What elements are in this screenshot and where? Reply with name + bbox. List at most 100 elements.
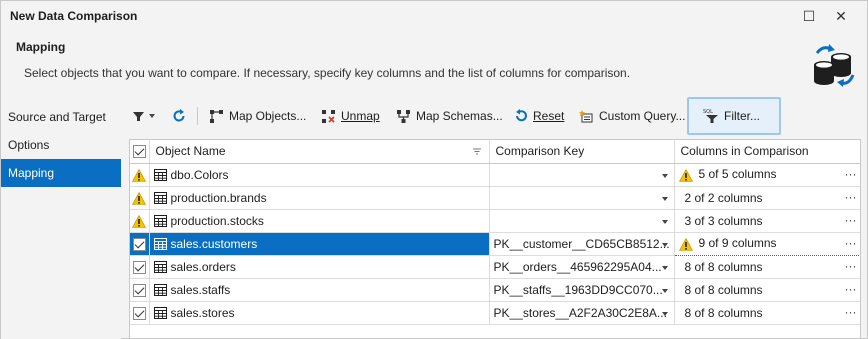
table-row[interactable]: sales.orders PK__orders__465962295A04...… [130,255,860,279]
columns-in-comparison-header-label: Columns in Comparison [680,144,809,159]
object-name-text: production.stocks [170,213,264,228]
object-name-cell[interactable]: production.brands [149,186,490,210]
nav-options[interactable]: Options [1,131,121,159]
table-row[interactable]: sales.staffs PK__staffs__1963DD9CC070...… [130,278,860,302]
maximize-button[interactable]: ☐ [795,5,823,27]
toolbar-separator [197,107,198,125]
chevron-down-icon[interactable] [661,173,668,178]
columns-count-text: 3 of 3 columns [684,213,763,228]
object-name-cell[interactable]: sales.staffs [149,278,490,302]
columns-in-comparison-cell[interactable]: 8 of 8 columns ··· [674,255,860,279]
title-bar: New Data Comparison ☐ ✕ [1,1,867,31]
columns-count-text: 2 of 2 columns [684,190,763,205]
chevron-down-icon[interactable] [661,219,668,224]
more-options-icon[interactable]: ··· [845,236,857,250]
nav-mapping[interactable]: Mapping [1,159,121,187]
map-objects-button[interactable]: Map Objects... [209,104,306,128]
more-options-icon[interactable]: ··· [845,305,857,319]
reset-button[interactable]: Reset [514,104,564,128]
page-title: Mapping [16,40,66,54]
comparison-key-dropdown[interactable] [489,163,675,187]
row-checkbox[interactable] [132,237,146,251]
table-row[interactable]: production.stocks 3 of 3 columns ··· [130,209,860,233]
more-options-icon[interactable]: ··· [845,282,857,296]
comparison-key-dropdown[interactable]: PK__stores__A2F2A30C2E8A... [489,301,675,325]
columns-in-comparison-cell[interactable]: 8 of 8 columns ··· [674,301,860,325]
columns-in-comparison-cell[interactable]: 9 of 9 columns ··· [673,231,860,256]
row-status-cell[interactable] [130,209,150,233]
object-name-cell[interactable]: sales.customers [149,232,490,256]
comparison-key-dropdown[interactable] [489,209,675,233]
unmap-button[interactable]: Unmap [321,104,380,128]
comparison-key-header[interactable]: Comparison Key [489,140,675,164]
table-icon [153,260,167,273]
more-options-icon[interactable]: ··· [845,167,857,181]
object-name-header[interactable]: Object Name [149,140,490,164]
columns-in-comparison-cell[interactable]: 8 of 8 columns ··· [674,278,860,302]
chevron-down-icon[interactable] [661,265,668,270]
chevron-down-icon[interactable] [661,196,668,201]
table-row[interactable]: dbo.Colors 5 of 5 columns ··· [130,163,860,187]
chevron-down-icon [149,114,155,118]
row-status-cell[interactable] [130,278,150,302]
select-all-header[interactable] [130,140,150,164]
comparison-key-dropdown[interactable]: PK__orders__465962295A04... [489,255,675,279]
row-status-cell[interactable] [130,163,150,187]
comparison-key-text: PK__customer__CD65CB8512... [493,236,670,251]
map-objects-icon [210,109,223,123]
row-checkbox[interactable] [132,306,146,320]
row-checkbox[interactable] [132,283,146,297]
table-row[interactable]: sales.customers PK__customer__CD65CB8512… [130,231,860,256]
columns-in-comparison-cell[interactable]: 5 of 5 columns ··· [674,163,860,187]
select-all-checkbox[interactable] [132,145,146,159]
comparison-key-dropdown[interactable] [489,186,675,210]
object-name-cell[interactable]: production.stocks [149,209,490,233]
columns-warning-slot [678,236,693,251]
chevron-down-icon[interactable] [661,311,668,316]
row-status-cell[interactable] [130,232,150,256]
filter-dropdown-button[interactable] [133,104,155,128]
object-name-text: dbo.Colors [170,167,229,182]
object-name-header-label: Object Name [155,144,226,159]
columns-in-comparison-header[interactable]: Columns in Comparison [674,140,860,164]
columns-count-text: 8 of 8 columns [684,259,763,274]
row-status-cell[interactable] [130,186,150,210]
comparison-key-text: PK__stores__A2F2A30C2E8A... [493,305,667,320]
map-schemas-label: Map Schemas... [416,109,503,123]
object-name-cell[interactable]: sales.orders [149,255,490,279]
table-icon [153,214,167,227]
sql-filter-icon: SQL [703,109,718,123]
more-options-icon[interactable]: ··· [845,259,857,273]
table-row[interactable]: production.brands 2 of 2 columns ··· [130,186,860,210]
map-schemas-button[interactable]: Map Schemas... [396,104,503,128]
table-row[interactable]: sales.stores PK__stores__A2F2A30C2E8A...… [130,301,860,325]
object-name-cell[interactable]: sales.stores [149,301,490,325]
svg-text:SQL: SQL [703,109,713,115]
database-compare-icon [814,44,855,87]
refresh-button[interactable] [172,104,186,128]
chevron-down-icon[interactable] [661,242,668,247]
more-options-icon[interactable]: ··· [845,213,857,227]
page-description: Select objects that you want to compare.… [24,66,631,80]
comparison-key-header-label: Comparison Key [495,144,585,159]
nav-source-and-target[interactable]: Source and Target [1,103,121,131]
row-status-cell[interactable] [130,301,150,325]
funnel-icon [133,111,144,121]
object-name-cell[interactable]: dbo.Colors [149,163,490,187]
close-button[interactable]: ✕ [827,5,855,27]
row-checkbox[interactable] [132,260,146,274]
unmap-label: Unmap [341,109,380,123]
columns-in-comparison-cell[interactable]: 2 of 2 columns ··· [674,186,860,210]
object-name-text: sales.stores [170,305,235,320]
warning-icon [678,168,693,182]
columns-count-text: 8 of 8 columns [684,282,763,297]
warning-icon [132,191,147,205]
row-status-cell[interactable] [130,255,150,279]
filter-button[interactable]: SQL Filter... [687,97,781,135]
more-options-icon[interactable]: ··· [845,190,857,204]
comparison-key-dropdown[interactable]: PK__customer__CD65CB8512... [489,232,675,256]
custom-query-button[interactable]: Custom Query... [579,104,685,128]
chevron-down-icon[interactable] [661,288,668,293]
comparison-key-dropdown[interactable]: PK__staffs__1963DD9CC070... [489,278,675,302]
columns-in-comparison-cell[interactable]: 3 of 3 columns ··· [674,209,860,233]
